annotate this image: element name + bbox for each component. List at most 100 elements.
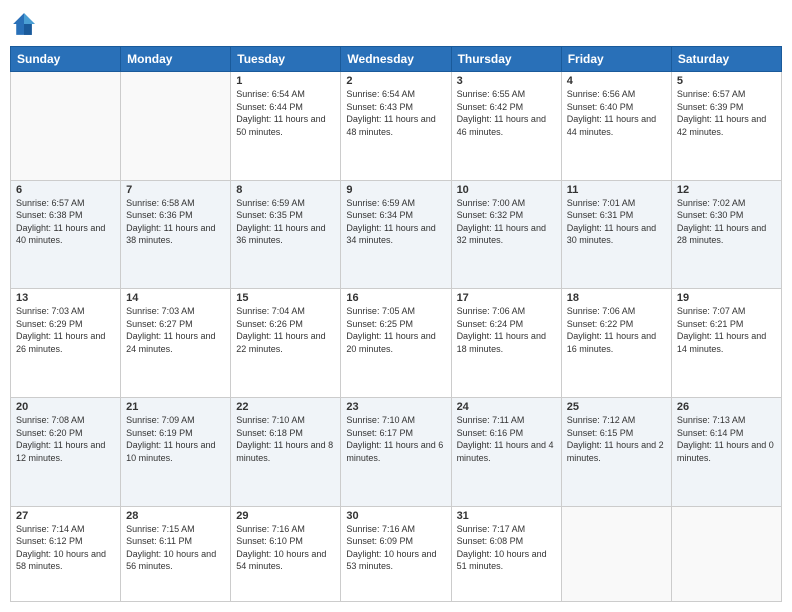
- calendar-cell: 14Sunrise: 7:03 AM Sunset: 6:27 PM Dayli…: [121, 289, 231, 398]
- day-number: 24: [457, 401, 556, 413]
- day-info: Sunrise: 6:57 AM Sunset: 6:38 PM Dayligh…: [16, 197, 115, 247]
- day-info: Sunrise: 6:56 AM Sunset: 6:40 PM Dayligh…: [567, 88, 666, 138]
- calendar-cell: 1Sunrise: 6:54 AM Sunset: 6:44 PM Daylig…: [231, 72, 341, 181]
- calendar-cell: 7Sunrise: 6:58 AM Sunset: 6:36 PM Daylig…: [121, 180, 231, 289]
- day-number: 6: [16, 184, 115, 196]
- weekday-header: Monday: [121, 47, 231, 72]
- day-info: Sunrise: 6:54 AM Sunset: 6:44 PM Dayligh…: [236, 88, 335, 138]
- day-number: 23: [346, 401, 445, 413]
- logo-icon: [10, 10, 38, 38]
- calendar-cell: [11, 72, 121, 181]
- day-number: 30: [346, 510, 445, 522]
- logo: [10, 10, 42, 38]
- day-number: 20: [16, 401, 115, 413]
- weekday-header: Saturday: [671, 47, 781, 72]
- calendar-cell: 20Sunrise: 7:08 AM Sunset: 6:20 PM Dayli…: [11, 397, 121, 506]
- day-number: 31: [457, 510, 556, 522]
- day-info: Sunrise: 7:17 AM Sunset: 6:08 PM Dayligh…: [457, 523, 556, 573]
- day-info: Sunrise: 7:09 AM Sunset: 6:19 PM Dayligh…: [126, 414, 225, 464]
- day-number: 3: [457, 75, 556, 87]
- calendar-table: SundayMondayTuesdayWednesdayThursdayFrid…: [10, 46, 782, 602]
- day-info: Sunrise: 7:03 AM Sunset: 6:27 PM Dayligh…: [126, 305, 225, 355]
- calendar-cell: [561, 506, 671, 601]
- day-number: 21: [126, 401, 225, 413]
- day-number: 4: [567, 75, 666, 87]
- calendar-cell: 19Sunrise: 7:07 AM Sunset: 6:21 PM Dayli…: [671, 289, 781, 398]
- header: [10, 10, 782, 38]
- day-number: 12: [677, 184, 776, 196]
- day-number: 1: [236, 75, 335, 87]
- day-number: 27: [16, 510, 115, 522]
- day-info: Sunrise: 7:16 AM Sunset: 6:09 PM Dayligh…: [346, 523, 445, 573]
- calendar-cell: 2Sunrise: 6:54 AM Sunset: 6:43 PM Daylig…: [341, 72, 451, 181]
- day-info: Sunrise: 7:11 AM Sunset: 6:16 PM Dayligh…: [457, 414, 556, 464]
- day-number: 5: [677, 75, 776, 87]
- day-info: Sunrise: 7:16 AM Sunset: 6:10 PM Dayligh…: [236, 523, 335, 573]
- page: SundayMondayTuesdayWednesdayThursdayFrid…: [0, 0, 792, 612]
- day-number: 16: [346, 292, 445, 304]
- day-number: 7: [126, 184, 225, 196]
- weekday-header: Friday: [561, 47, 671, 72]
- day-info: Sunrise: 7:06 AM Sunset: 6:24 PM Dayligh…: [457, 305, 556, 355]
- day-number: 8: [236, 184, 335, 196]
- day-info: Sunrise: 7:12 AM Sunset: 6:15 PM Dayligh…: [567, 414, 666, 464]
- day-number: 15: [236, 292, 335, 304]
- day-number: 9: [346, 184, 445, 196]
- calendar-cell: 18Sunrise: 7:06 AM Sunset: 6:22 PM Dayli…: [561, 289, 671, 398]
- calendar-cell: 13Sunrise: 7:03 AM Sunset: 6:29 PM Dayli…: [11, 289, 121, 398]
- calendar-cell: 15Sunrise: 7:04 AM Sunset: 6:26 PM Dayli…: [231, 289, 341, 398]
- day-info: Sunrise: 6:59 AM Sunset: 6:34 PM Dayligh…: [346, 197, 445, 247]
- day-info: Sunrise: 7:07 AM Sunset: 6:21 PM Dayligh…: [677, 305, 776, 355]
- weekday-header: Thursday: [451, 47, 561, 72]
- day-number: 28: [126, 510, 225, 522]
- calendar-cell: 23Sunrise: 7:10 AM Sunset: 6:17 PM Dayli…: [341, 397, 451, 506]
- calendar-cell: 24Sunrise: 7:11 AM Sunset: 6:16 PM Dayli…: [451, 397, 561, 506]
- day-number: 18: [567, 292, 666, 304]
- weekday-header: Sunday: [11, 47, 121, 72]
- calendar-cell: 22Sunrise: 7:10 AM Sunset: 6:18 PM Dayli…: [231, 397, 341, 506]
- day-number: 22: [236, 401, 335, 413]
- calendar-cell: 26Sunrise: 7:13 AM Sunset: 6:14 PM Dayli…: [671, 397, 781, 506]
- day-info: Sunrise: 6:59 AM Sunset: 6:35 PM Dayligh…: [236, 197, 335, 247]
- day-info: Sunrise: 7:15 AM Sunset: 6:11 PM Dayligh…: [126, 523, 225, 573]
- day-info: Sunrise: 7:08 AM Sunset: 6:20 PM Dayligh…: [16, 414, 115, 464]
- day-info: Sunrise: 6:55 AM Sunset: 6:42 PM Dayligh…: [457, 88, 556, 138]
- day-info: Sunrise: 7:06 AM Sunset: 6:22 PM Dayligh…: [567, 305, 666, 355]
- day-number: 26: [677, 401, 776, 413]
- weekday-header: Wednesday: [341, 47, 451, 72]
- day-info: Sunrise: 7:02 AM Sunset: 6:30 PM Dayligh…: [677, 197, 776, 247]
- calendar-cell: 17Sunrise: 7:06 AM Sunset: 6:24 PM Dayli…: [451, 289, 561, 398]
- day-number: 25: [567, 401, 666, 413]
- day-info: Sunrise: 7:14 AM Sunset: 6:12 PM Dayligh…: [16, 523, 115, 573]
- calendar-cell: 10Sunrise: 7:00 AM Sunset: 6:32 PM Dayli…: [451, 180, 561, 289]
- calendar-cell: [121, 72, 231, 181]
- calendar-cell: 25Sunrise: 7:12 AM Sunset: 6:15 PM Dayli…: [561, 397, 671, 506]
- calendar-cell: 3Sunrise: 6:55 AM Sunset: 6:42 PM Daylig…: [451, 72, 561, 181]
- day-number: 29: [236, 510, 335, 522]
- day-number: 11: [567, 184, 666, 196]
- day-info: Sunrise: 7:03 AM Sunset: 6:29 PM Dayligh…: [16, 305, 115, 355]
- day-info: Sunrise: 6:58 AM Sunset: 6:36 PM Dayligh…: [126, 197, 225, 247]
- calendar-cell: 12Sunrise: 7:02 AM Sunset: 6:30 PM Dayli…: [671, 180, 781, 289]
- day-number: 17: [457, 292, 556, 304]
- calendar-cell: 5Sunrise: 6:57 AM Sunset: 6:39 PM Daylig…: [671, 72, 781, 181]
- day-info: Sunrise: 7:04 AM Sunset: 6:26 PM Dayligh…: [236, 305, 335, 355]
- calendar-cell: 6Sunrise: 6:57 AM Sunset: 6:38 PM Daylig…: [11, 180, 121, 289]
- calendar-cell: 8Sunrise: 6:59 AM Sunset: 6:35 PM Daylig…: [231, 180, 341, 289]
- day-number: 13: [16, 292, 115, 304]
- day-info: Sunrise: 6:54 AM Sunset: 6:43 PM Dayligh…: [346, 88, 445, 138]
- day-number: 19: [677, 292, 776, 304]
- day-info: Sunrise: 7:01 AM Sunset: 6:31 PM Dayligh…: [567, 197, 666, 247]
- day-number: 14: [126, 292, 225, 304]
- day-info: Sunrise: 6:57 AM Sunset: 6:39 PM Dayligh…: [677, 88, 776, 138]
- calendar-cell: 29Sunrise: 7:16 AM Sunset: 6:10 PM Dayli…: [231, 506, 341, 601]
- calendar-cell: 27Sunrise: 7:14 AM Sunset: 6:12 PM Dayli…: [11, 506, 121, 601]
- day-info: Sunrise: 7:05 AM Sunset: 6:25 PM Dayligh…: [346, 305, 445, 355]
- day-info: Sunrise: 7:13 AM Sunset: 6:14 PM Dayligh…: [677, 414, 776, 464]
- day-number: 2: [346, 75, 445, 87]
- day-info: Sunrise: 7:10 AM Sunset: 6:17 PM Dayligh…: [346, 414, 445, 464]
- weekday-header: Tuesday: [231, 47, 341, 72]
- calendar-cell: 4Sunrise: 6:56 AM Sunset: 6:40 PM Daylig…: [561, 72, 671, 181]
- day-number: 10: [457, 184, 556, 196]
- day-info: Sunrise: 7:10 AM Sunset: 6:18 PM Dayligh…: [236, 414, 335, 464]
